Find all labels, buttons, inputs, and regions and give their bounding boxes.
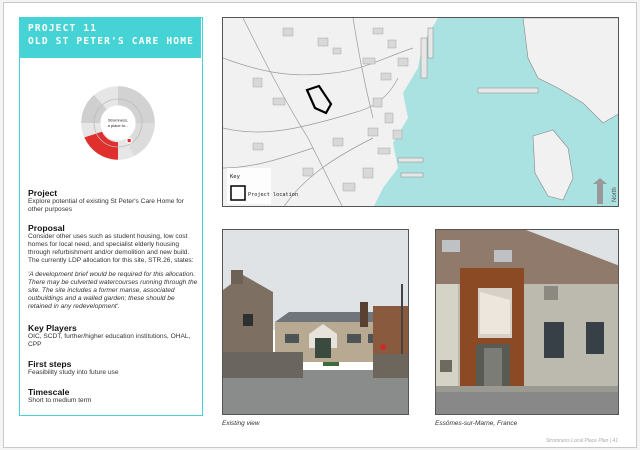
project-header: PROJECT 11 OLD ST PETER'S CARE HOME bbox=[20, 18, 201, 58]
proposal-quote: 'A development brief would be required f… bbox=[28, 271, 198, 310]
section-timescale: Timescale Short to medium term bbox=[28, 388, 198, 405]
proposal-heading: Proposal bbox=[28, 223, 65, 233]
section-project: Project Explore potential of existing St… bbox=[28, 189, 198, 214]
key-players-text: OIC, SCDT, further/higher education inst… bbox=[28, 333, 191, 348]
precedent-photo bbox=[435, 229, 619, 415]
project-info-panel: PROJECT 11 OLD ST PETER'S CARE HOME Stro… bbox=[19, 17, 203, 416]
section-first-steps: First steps Feasibility study into futur… bbox=[28, 360, 198, 377]
existing-view-photo bbox=[222, 229, 409, 415]
timescale-heading: Timescale bbox=[28, 387, 70, 397]
first-steps-heading: First steps bbox=[28, 359, 72, 369]
north-label: North bbox=[612, 187, 618, 202]
project-heading: Project bbox=[28, 188, 58, 198]
project-title: OLD ST PETER'S CARE HOME bbox=[28, 36, 195, 47]
wheel-center-line1: Stromness, bbox=[108, 117, 128, 122]
section-proposal: Proposal Consider other uses such as stu… bbox=[28, 224, 198, 311]
wheel-center-line2: a place to... bbox=[108, 123, 129, 128]
existing-view-caption: Existing view bbox=[222, 420, 260, 427]
proposal-text: Consider other uses such as student hous… bbox=[28, 233, 194, 264]
first-steps-text: Feasibility study into future use bbox=[28, 369, 119, 376]
project-number: PROJECT 11 bbox=[28, 23, 98, 34]
key-players-heading: Key Players bbox=[28, 323, 77, 333]
section-key-players: Key Players OIC, SCDT, further/higher ed… bbox=[28, 324, 198, 349]
location-map: Key Project location North bbox=[222, 17, 619, 207]
place-wheel-diagram: Stromness, a place to... bbox=[81, 86, 155, 160]
timescale-text: Short to medium term bbox=[28, 397, 92, 404]
map-key-location: Project location bbox=[248, 192, 298, 198]
precedent-caption: Essômes-sur-Marne, France bbox=[435, 420, 518, 427]
page-footer: Stromness Local Place Plan | 41 bbox=[545, 438, 618, 444]
map-key-label: Key bbox=[230, 174, 241, 180]
project-text: Explore potential of existing St Peter's… bbox=[28, 198, 184, 213]
map-graphic: Key Project location North bbox=[223, 18, 618, 206]
